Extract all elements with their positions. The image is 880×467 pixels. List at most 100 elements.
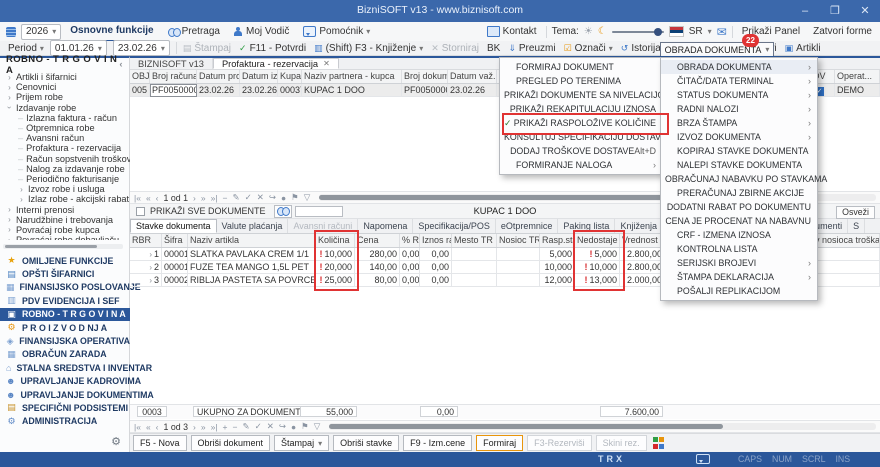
nav-last-icon[interactable]: »|: [211, 422, 218, 432]
column-header-nedostaje[interactable]: Nedostaje: [575, 234, 620, 247]
tree-item-avansni-ra-un[interactable]: –Avansni račun: [0, 133, 130, 143]
obrada-item--tampa-deklaracija[interactable]: ŠTAMPA DEKLARACIJA›: [661, 270, 817, 284]
document-cell[interactable]: KUPAC 1 DOO: [302, 84, 402, 97]
tree-item-ra-un-sopstvenih-tro-kova[interactable]: –Račun sopstvenih troškova: [0, 154, 130, 164]
obrada-item-po-alji-replikacijom[interactable]: POŠALJI REPLIKACIJOM: [661, 284, 817, 298]
obrada-item-izvoz-dokumenta[interactable]: IZVOZ DOKUMENTA›: [661, 130, 817, 144]
nav-record-icon[interactable]: ●: [291, 422, 296, 432]
search-button[interactable]: [274, 205, 292, 218]
legend-colors-icon[interactable]: [653, 437, 665, 449]
column-header-rasp-stanje[interactable]: Rasp.stanje: [540, 234, 575, 247]
menu-item-dodaj-tro-kove-dostave[interactable]: DODAJ TROŠKOVE DOSTAVEAlt+D: [500, 144, 662, 158]
obrada-item--ita-data-terminal[interactable]: ČITAČ/DATA TERMINAL›: [661, 74, 817, 88]
sidebar-item-op-ti-ifarnici[interactable]: ▤OPŠTI ŠIFARNICI: [0, 267, 130, 280]
nav-first-icon[interactable]: |«: [134, 193, 141, 203]
nav-first-icon[interactable]: |«: [134, 422, 141, 432]
close-forms-button[interactable]: Zatvori forme: [809, 23, 876, 41]
nav-delete-icon[interactable]: −: [232, 422, 237, 432]
nav-post-icon[interactable]: ✓: [255, 421, 262, 432]
column-header-datum-va-[interactable]: Datum važ...: [448, 70, 497, 83]
nav-refresh-icon[interactable]: ↪: [269, 192, 276, 203]
tree-item-cenovnici[interactable]: ›Cenovnici: [0, 82, 130, 92]
nav-next-icon[interactable]: ›: [193, 422, 196, 432]
mail-icon[interactable]: ✉: [717, 25, 727, 39]
nav-fast-back-icon[interactable]: «: [146, 193, 151, 203]
tree-expand-icon[interactable]: ›: [6, 225, 13, 234]
column-header-rbr[interactable]: RBR: [130, 234, 162, 247]
nav-post-icon[interactable]: ✓: [245, 192, 252, 203]
nav-prev-icon[interactable]: ‹: [156, 422, 159, 432]
refresh-button[interactable]: Osveži: [836, 206, 875, 219]
column-header-operat-[interactable]: Operat...: [835, 70, 880, 83]
kontakt-button[interactable]: Kontakt: [483, 23, 541, 41]
maximize-button[interactable]: ❐: [820, 0, 850, 22]
document-cell[interactable]: 23.02.26: [240, 84, 278, 97]
menu-item-prika-i-dokumente-sa-nivelacijom[interactable]: PRIKAŽI DOKUMENTE SA NIVELACIJOM: [500, 88, 662, 102]
detail-tab-stavke-dokumenta[interactable]: Stavke dokumenta: [130, 219, 217, 233]
obrada-item-nalepi-stavke-dokumenta[interactable]: NALEPI STAVKE DOKUMENTA: [661, 158, 817, 172]
document-cell[interactable]: 23.02.26: [448, 84, 497, 97]
toolbar-button-ozna-i[interactable]: ☑Označi▾: [564, 43, 613, 54]
document-cell[interactable]: 23.02.26: [197, 84, 240, 97]
column-header-kupac[interactable]: Kupac: [278, 70, 302, 83]
filter-icon[interactable]: ▽: [304, 192, 311, 203]
sidebar-item-upravljanje-dokumentima[interactable]: ☻UPRAVLJANJE DOKUMENTIMA: [0, 388, 130, 401]
column-header-broj-dokum-[interactable]: Broj dokum...: [402, 70, 448, 83]
tree-item-narud-bine-i-trebovanja[interactable]: ›Narudžbine i trebovanja: [0, 215, 130, 225]
tree-item-periodi-no-fakturisanje[interactable]: –Periodično fakturisanje: [0, 174, 130, 184]
sidebar-item-specifi-ni-podsistemi[interactable]: ▤SPECIFIČNI PODSISTEMI: [0, 401, 130, 414]
horizontal-scrollbar[interactable]: [329, 423, 876, 430]
detail-tab-paking-lista[interactable]: Paking lista: [558, 219, 615, 233]
obrada-item-radni-nalozi[interactable]: RADNI NALOZI›: [661, 102, 817, 116]
sidebar-item-stalna-sredstva-i-inventar[interactable]: ⌂STALNA SREDSTVA I INVENTAR: [0, 361, 130, 374]
gear-icon[interactable]: ⚙: [111, 435, 121, 448]
nav-fast-fwd-icon[interactable]: »: [201, 422, 206, 432]
column-header-iznos-rab-[interactable]: Iznos rab.: [420, 234, 452, 247]
tree-item-interni-prenosi[interactable]: ›Interni prenosi: [0, 204, 130, 214]
tree-scrollbar[interactable]: [3, 244, 123, 249]
toolbar-button-f11-potvrdi[interactable]: ✓F11 - Potvrdi: [239, 43, 306, 54]
nav-cancel-icon[interactable]: ✕: [257, 192, 264, 203]
column-header-datum-pro-[interactable]: Datum pro...: [197, 70, 240, 83]
obrada-item-status-dokumenta[interactable]: STATUS DOKUMENTA›: [661, 88, 817, 102]
nav-record-icon[interactable]: ●: [281, 193, 286, 203]
tree-item-profaktura-rezervacija[interactable]: –Profaktura - rezervacija: [0, 143, 130, 153]
toolbar-button-istorija[interactable]: ↺Istorija: [621, 43, 661, 54]
detail-tab-eotpremnice[interactable]: eOtpremnice: [496, 219, 559, 233]
menubar-item-moj-vodi-[interactable]: Moj Vodič: [230, 23, 293, 41]
obrada-item-kopiraj-stavke-dokumenta[interactable]: KOPIRAJ STAVKE DOKUMENTA: [661, 144, 817, 158]
row-expand-icon[interactable]: ›: [149, 276, 152, 285]
tree-item-izlazna-faktura-ra-un[interactable]: –Izlazna faktura - račun: [0, 113, 130, 123]
column-header-naziv-artikla[interactable]: Naziv artikla: [188, 234, 316, 247]
tab-biznisoft[interactable]: BIZNISOFT v13: [130, 58, 213, 69]
nav-fast-back-icon[interactable]: «: [146, 422, 151, 432]
notification-badge[interactable]: 22: [742, 34, 759, 47]
nav-insert-icon[interactable]: +: [223, 422, 228, 432]
column-header-obj[interactable]: OBJ: [130, 70, 150, 83]
sun-icon[interactable]: ☀: [584, 26, 593, 37]
menu-item-pregled-po-terenima[interactable]: PREGLED PO TERENIMA: [500, 74, 662, 88]
toolbar-button--shift-f3-knji-enje[interactable]: ▥(Shift) F3 - Knjiženje▾: [314, 43, 423, 54]
filter-icon[interactable]: ▽: [314, 421, 321, 432]
tree-item-nalog-za-izdavanje-robe[interactable]: –Nalog za izdavanje robe: [0, 164, 130, 174]
obrada-item-brza-tampa[interactable]: BRZA ŠTAMPA›: [661, 116, 817, 130]
tree-item-izvoz-robe-i-usluga[interactable]: ›Izvoz robe i usluga: [0, 184, 130, 194]
nav-fast-fwd-icon[interactable]: »: [201, 193, 206, 203]
column-header-koli-ina[interactable]: Količina: [316, 234, 355, 247]
sidebar-item-upravljanje-kadrovima[interactable]: ☻UPRAVLJANJE KADROVIMA: [0, 375, 130, 388]
column-header-broj-ra-una[interactable]: Broj računa: [150, 70, 197, 83]
obrada-item-cena-je-procenat-na-nabavnu[interactable]: CENA JE PROCENAT NA NABAVNU: [661, 214, 817, 228]
toolbar-button-preuzmi[interactable]: ⇓Preuzmi: [508, 43, 555, 54]
close-tab-icon[interactable]: ✕: [323, 59, 330, 68]
footer-button-obri-i-stavke[interactable]: Obriši stavke: [333, 435, 399, 451]
nav-edit-icon[interactable]: ✎: [242, 421, 249, 432]
column-header-nosioc-tr[interactable]: Nosioc TR: [497, 234, 540, 247]
collapse-sidebar-icon[interactable]: ‹: [119, 59, 123, 70]
row-expand-icon[interactable]: ›: [149, 263, 152, 272]
tree-item-prijem-robe[interactable]: ›Prijem robe: [0, 92, 130, 102]
tree-expand-icon[interactable]: ›: [6, 93, 13, 102]
quick-search-input[interactable]: [295, 206, 343, 217]
obrada-item-prera-unaj-zbirne-akcije[interactable]: PRERAČUNAJ ZBIRNE AKCIJE: [661, 186, 817, 200]
menu-item-konsultuj-specifikaciju-dostave[interactable]: KONSULTUJ SPECIFIKACIJU DOSTAVE: [500, 130, 662, 144]
menu-item-formiraj-dokument[interactable]: FORMIRAJ DOKUMENT: [500, 60, 662, 74]
